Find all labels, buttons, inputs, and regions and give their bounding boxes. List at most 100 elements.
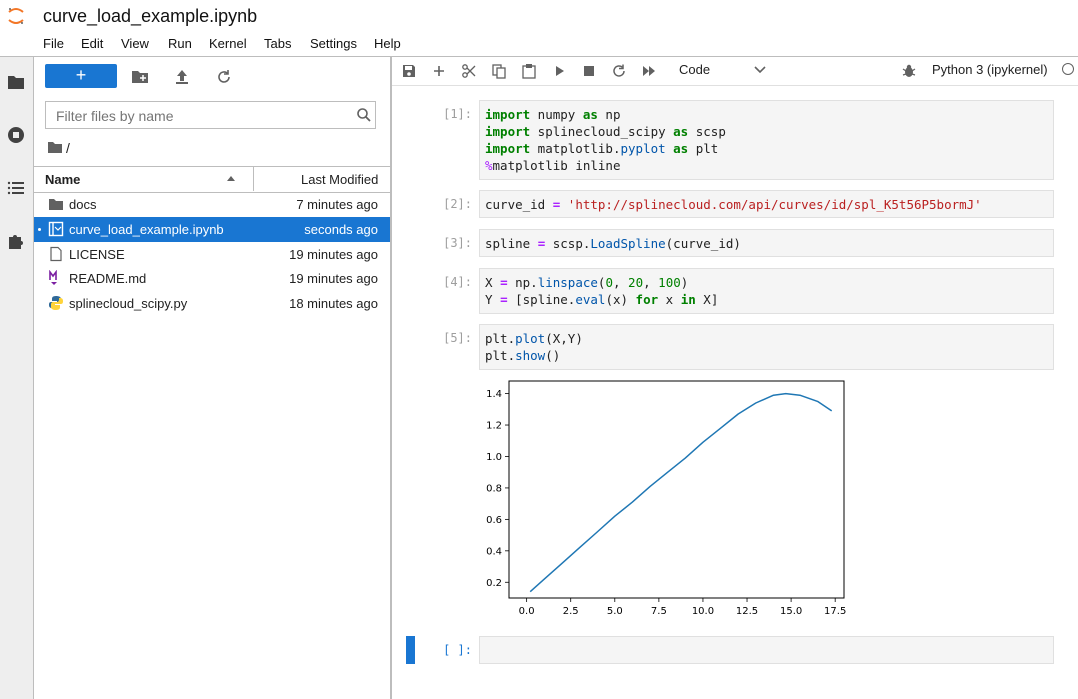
cell-prompt: [3]: [443,236,472,250]
new-folder-icon[interactable] [131,68,149,86]
y-tick-label: 0.6 [486,515,502,526]
y-tick-label: 0.8 [486,483,502,494]
add-cell-icon[interactable] [431,63,447,79]
cell-prompt: [1]: [443,107,472,121]
function-name: linspace [537,275,598,290]
menu-file[interactable]: File [43,36,64,51]
x-tick-label: 7.5 [651,606,667,617]
file-row-notebook[interactable]: curve_load_example.ipynb seconds ago [34,217,390,242]
file-modified: seconds ago [304,222,378,237]
x-tick-label: 0.0 [519,606,535,617]
code-cell-5[interactable]: plt.plot(X,Y) plt.show() [479,324,1054,370]
file-filter-input[interactable] [54,103,348,129]
code-text: plt.plot(X,Y) plt.show() [485,331,583,363]
upload-icon[interactable] [173,68,191,86]
column-modified-header[interactable]: Last Modified [301,172,378,187]
y-tick-label: 1.2 [486,421,502,432]
menu-tabs[interactable]: Tabs [264,36,291,51]
menu-kernel[interactable]: Kernel [209,36,247,51]
number: 100 [658,275,681,290]
restart-icon[interactable] [611,63,627,79]
new-launcher-button[interactable]: + [45,64,117,88]
chevron-down-icon[interactable] [754,66,766,74]
plot-output: 0.0 2.5 5.0 7.5 10.0 12.5 15.0 17.5 0.2 0.4 0.6 0.8… [486,380,846,617]
string-literal: 'http://splinecloud.com/api/curves/id/sp… [567,197,982,212]
save-icon[interactable] [401,63,417,79]
x-tick-label: 10.0 [692,606,714,617]
cut-icon[interactable] [461,63,477,79]
code-cell-1[interactable]: import numpy as np import splinecloud_sc… [479,100,1054,180]
extension-puzzle-icon[interactable] [6,231,26,251]
file-row-license[interactable]: LICENSE 19 minutes ago [34,242,390,267]
notebook-icon [48,221,64,237]
keyword: import [485,124,531,139]
keyword: as [673,124,689,139]
operator: = [500,275,508,290]
folder-icon[interactable] [6,72,26,92]
attribute: pyplot [620,141,666,156]
keyword: in [680,292,696,307]
kernel-name[interactable]: Python 3 (ipykernel) [932,62,1048,77]
search-icon [357,108,371,122]
fast-forward-icon[interactable] [641,63,657,79]
cell-prompt: [ ]: [443,643,472,657]
column-name-header[interactable]: Name [45,172,80,187]
sort-ascending-icon[interactable] [226,174,236,182]
stop-icon[interactable] [581,63,597,79]
file-name: README.md [69,271,147,286]
menu-run[interactable]: Run [168,36,192,51]
notebook-scrollbar[interactable] [1070,86,1078,699]
operator: = [537,236,546,251]
file-row-docs[interactable]: docs 7 minutes ago [34,192,390,217]
code-cell-2[interactable]: curve_id = 'http://splinecloud.com/api/c… [479,190,1054,218]
cell-type-select[interactable]: Code [679,62,710,77]
file-name: docs [69,197,97,212]
function-name: show [515,348,546,363]
magic: % [485,158,493,173]
y-tick-label: 1.0 [486,452,502,463]
folder-icon [49,199,63,210]
x-tick-label: 12.5 [736,606,758,617]
operator: = [552,197,561,212]
file-modified: 19 minutes ago [289,271,378,286]
menu-help[interactable]: Help [374,36,401,51]
file-filter-field[interactable] [45,101,376,129]
activity-bar [0,57,34,699]
code-text: spline = scsp.LoadSpline(curve_id) [485,236,741,251]
copy-icon[interactable] [491,63,507,79]
file-name: curve_load_example.ipynb [69,222,224,237]
open-indicator [38,228,41,231]
function-name: plot [515,331,546,346]
cell-prompt: [5]: [443,331,472,345]
keyword: import [485,141,531,156]
kernel-status-icon [1062,63,1074,75]
code-cell-4[interactable]: X = np.linspace(0, 20, 100) Y = [spline.… [479,268,1054,314]
refresh-icon[interactable] [215,68,233,86]
menu-settings[interactable]: Settings [310,36,357,51]
jupyter-logo-icon [8,8,24,24]
paste-icon[interactable] [521,63,537,79]
debugger-bug-icon[interactable] [901,63,917,79]
column-divider[interactable] [253,167,254,191]
menu-view[interactable]: View [121,36,149,51]
cell-prompt: [2]: [443,197,472,211]
file-row-python[interactable]: splinecloud_scipy.py 18 minutes ago [34,291,390,316]
menu-bar: File Edit View Run Kernel Tabs Settings … [0,32,1078,57]
x-tick-label: 15.0 [780,606,802,617]
keyword: import [485,107,531,122]
menu-edit[interactable]: Edit [81,36,103,51]
markdown-icon [49,270,57,285]
table-of-contents-icon[interactable] [6,178,26,198]
run-icon[interactable] [552,63,568,79]
code-text: curve_id = 'http://splinecloud.com/api/c… [485,197,982,212]
file-row-readme[interactable]: README.md 19 minutes ago [34,266,390,291]
code-cell-3[interactable]: spline = scsp.LoadSpline(curve_id) [479,229,1054,257]
running-stop-icon[interactable] [6,125,26,145]
breadcrumb-folder-icon[interactable] [47,140,63,154]
python-icon [49,296,63,310]
document-title: curve_load_example.ipynb [43,6,258,26]
file-modified: 7 minutes ago [296,197,378,212]
operator: = [500,292,508,307]
breadcrumb[interactable]: / [66,140,70,156]
code-cell-empty[interactable] [479,636,1054,664]
